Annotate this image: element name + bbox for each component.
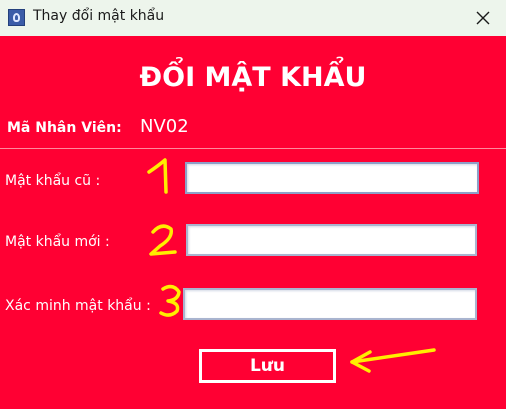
annotation-marker-1	[147, 158, 168, 194]
annotation-marker-3	[159, 284, 181, 317]
annotation-marker-2	[149, 224, 177, 256]
annotation-overlay	[147, 158, 436, 373]
